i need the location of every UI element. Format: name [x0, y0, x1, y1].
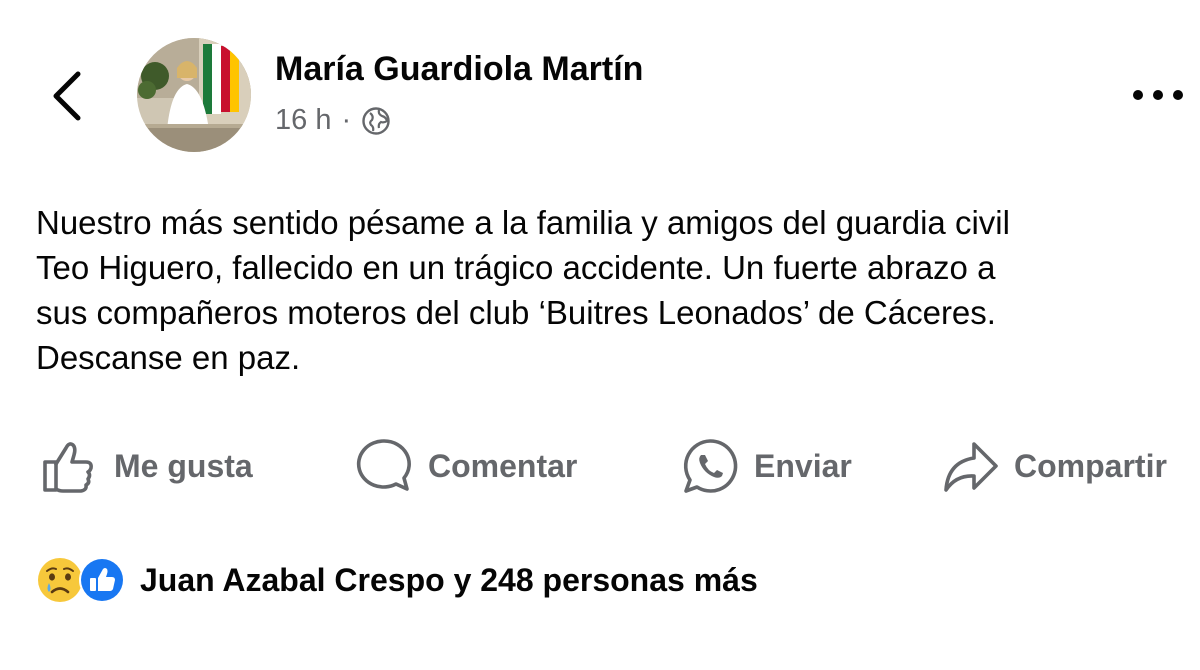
- send-label: Enviar: [754, 447, 852, 484]
- reactions-summary[interactable]: Juan Azabal Crespo y 248 personas más: [36, 556, 758, 604]
- reactions-names[interactable]: Juan Azabal Crespo y 248 personas más: [140, 562, 758, 599]
- comment-label: Comentar: [428, 447, 578, 484]
- like-button[interactable]: Me gusta: [40, 432, 253, 500]
- share-icon: [944, 442, 998, 492]
- share-button[interactable]: Compartir: [940, 432, 1167, 500]
- more-horizontal-icon: [1133, 90, 1183, 100]
- like-reaction-icon: [79, 557, 125, 603]
- avatar[interactable]: [137, 38, 251, 152]
- more-options-button[interactable]: [1128, 80, 1188, 110]
- chevron-left-icon: [53, 71, 81, 121]
- meta-separator: ·: [341, 104, 352, 136]
- post-meta: 16 h ·: [275, 104, 391, 137]
- thumbs-up-icon: [43, 442, 93, 493]
- post-text: Nuestro más sentido pésame a la familia …: [36, 204, 1010, 376]
- globe-icon[interactable]: [361, 106, 391, 136]
- profile-photo: [137, 38, 251, 152]
- sad-reaction-icon: [38, 558, 82, 602]
- comment-button[interactable]: Comentar: [354, 432, 577, 500]
- post-time[interactable]: 16 h: [275, 104, 331, 137]
- author-name[interactable]: María Guardiola Martín: [275, 50, 643, 89]
- share-label: Compartir: [1014, 447, 1167, 484]
- whatsapp-icon: [683, 439, 738, 493]
- comment-icon: [356, 439, 411, 491]
- like-label: Me gusta: [114, 447, 253, 484]
- send-button[interactable]: Enviar: [680, 432, 852, 500]
- action-bar: Me gusta Comentar Enviar Compartir: [0, 432, 1200, 500]
- back-button[interactable]: [46, 66, 90, 126]
